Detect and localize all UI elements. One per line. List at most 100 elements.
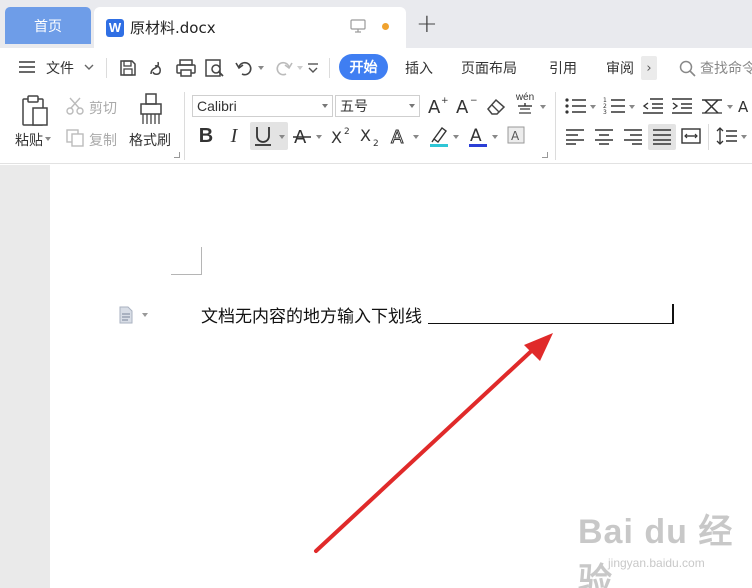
word-doc-icon: W <box>106 18 124 37</box>
align-center-icon[interactable] <box>593 126 615 146</box>
format-painter-icon[interactable] <box>137 92 165 128</box>
svg-text:A: A <box>456 97 469 116</box>
save-icon[interactable] <box>118 58 138 78</box>
watermark-logo-text: Bai du 经验 <box>578 513 734 588</box>
print-preview-icon[interactable] <box>204 58 226 78</box>
bullet-dropdown-caret[interactable] <box>590 105 596 109</box>
menu-tab-start[interactable]: 开始 <box>339 54 388 80</box>
font-color-dropdown-caret[interactable] <box>492 135 498 139</box>
print-icon[interactable] <box>175 58 197 78</box>
chevron-down-icon <box>409 104 415 108</box>
highlight-dropdown-caret[interactable] <box>453 135 459 139</box>
more-tabs-button[interactable]: › <box>641 56 657 80</box>
sort-icon[interactable]: A <box>738 96 752 116</box>
svg-text:−: − <box>470 96 478 106</box>
chinese-layout-icon[interactable] <box>700 96 724 116</box>
highlight-pen-icon[interactable] <box>428 124 450 148</box>
decrease-font-size-icon[interactable]: A − <box>455 94 479 116</box>
undo-dropdown-caret[interactable] <box>258 66 264 70</box>
svg-text:A: A <box>511 129 520 143</box>
menu-file[interactable]: 文件 <box>46 48 74 88</box>
chinese-layout-dropdown-caret[interactable] <box>727 105 733 109</box>
format-painter-label[interactable]: 格式刷 <box>129 130 171 150</box>
search-command-input[interactable]: 查找命令 <box>700 48 752 88</box>
increase-font-size-icon[interactable]: A + <box>427 94 451 116</box>
bold-icon[interactable]: B <box>196 124 216 148</box>
svg-text:3: 3 <box>603 109 607 116</box>
divider <box>708 124 709 150</box>
font-name-select[interactable]: Calibri <box>192 95 333 117</box>
customize-toolbar-icon[interactable] <box>306 60 320 76</box>
baidu-jingyan-watermark: Bai du 经验 jingyan.baidu.com <box>578 500 748 588</box>
document-title: 原材料.docx <box>130 19 216 37</box>
wps-writer-window: 首页 W 原材料.docx + 文件 开始 插入 页面布局 引用 审阅 › 查找… <box>0 0 752 588</box>
cut-label[interactable]: 剪切 <box>89 98 117 118</box>
numbered-dropdown-caret[interactable] <box>629 105 635 109</box>
pinyin-guide-icon[interactable]: wén <box>513 92 537 116</box>
decrease-indent-icon[interactable] <box>642 96 664 116</box>
increase-indent-icon[interactable] <box>671 96 693 116</box>
clear-format-eraser-icon[interactable] <box>485 96 507 116</box>
paste-label[interactable]: 粘贴 <box>15 130 43 150</box>
copy-label[interactable]: 复制 <box>89 130 117 150</box>
font-launcher-icon[interactable] <box>542 152 548 158</box>
watermark-url: jingyan.baidu.com <box>608 556 705 570</box>
align-right-icon[interactable] <box>622 126 644 146</box>
divider <box>555 92 556 160</box>
font-color-icon[interactable]: A <box>467 124 489 148</box>
text-effect-icon[interactable]: A <box>389 125 411 148</box>
search-icon[interactable] <box>679 60 696 77</box>
chevron-down-icon[interactable] <box>83 61 95 73</box>
unsaved-dot-icon <box>382 23 389 30</box>
svg-text:A: A <box>391 127 404 147</box>
clipboard-launcher-icon[interactable] <box>174 152 180 158</box>
hamburger-icon[interactable] <box>18 59 36 75</box>
redo-dropdown-caret[interactable] <box>297 66 303 70</box>
align-left-icon[interactable] <box>564 126 586 146</box>
font-size-select[interactable]: 五号 <box>335 95 420 117</box>
pinyin-dropdown-caret[interactable] <box>540 105 546 109</box>
font-size-value: 五号 <box>340 98 368 114</box>
export-pdf-icon[interactable] <box>146 58 166 78</box>
copy-icon[interactable] <box>65 128 85 148</box>
menu-tab-review[interactable]: 审阅 <box>606 48 634 88</box>
monitor-icon[interactable] <box>350 18 366 37</box>
tab-document[interactable]: W 原材料.docx <box>94 7 406 48</box>
tab-home[interactable]: 首页 <box>5 7 91 44</box>
strikethrough-icon[interactable]: A <box>292 125 312 147</box>
bullet-list-icon[interactable] <box>564 96 588 116</box>
underline-icon[interactable] <box>253 124 273 148</box>
svg-text:X: X <box>331 128 342 147</box>
paste-dropdown-caret[interactable] <box>45 137 51 141</box>
justify-icon[interactable] <box>651 126 673 146</box>
menu-tab-insert[interactable]: 插入 <box>405 48 433 88</box>
superscript-icon[interactable]: X2 <box>330 125 354 147</box>
character-shading-icon[interactable]: A <box>506 125 526 145</box>
ribbon-start: 粘贴 剪切 复制 格式刷 Calibri 五号 A + A − wén B I … <box>0 88 752 164</box>
font-name-value: Calibri <box>197 98 237 114</box>
paste-icon[interactable] <box>20 94 50 128</box>
italic-icon[interactable]: I <box>225 124 243 148</box>
text-effect-dropdown-caret[interactable] <box>413 135 419 139</box>
subscript-icon[interactable]: X2 <box>359 125 383 147</box>
new-tab-button[interactable]: + <box>416 11 438 37</box>
line-spacing-dropdown-caret[interactable] <box>741 135 747 139</box>
divider <box>329 58 330 78</box>
menu-tab-references[interactable]: 引用 <box>549 48 577 88</box>
svg-text:A: A <box>470 126 482 146</box>
svg-text:2: 2 <box>344 127 350 137</box>
svg-text:X: X <box>360 126 371 145</box>
svg-text:A: A <box>738 98 749 116</box>
cut-icon[interactable] <box>65 96 85 116</box>
distribute-icon[interactable] <box>680 126 702 146</box>
pinyin-glyph: wén <box>515 92 535 103</box>
underline-dropdown-caret[interactable] <box>279 135 285 139</box>
numbered-list-icon[interactable]: 123 <box>603 96 627 116</box>
line-spacing-icon[interactable] <box>716 126 738 146</box>
redo-icon[interactable] <box>274 58 294 78</box>
undo-icon[interactable] <box>234 58 254 78</box>
chevron-down-icon <box>322 104 328 108</box>
strikethrough-dropdown-caret[interactable] <box>316 135 322 139</box>
menu-tab-page-layout[interactable]: 页面布局 <box>461 48 517 88</box>
divider <box>184 92 185 160</box>
